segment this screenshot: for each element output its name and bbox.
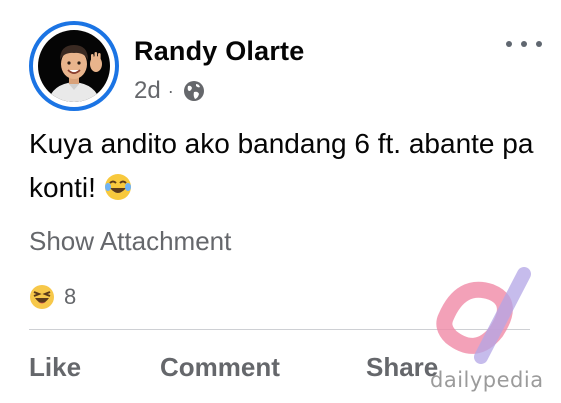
show-attachment-link[interactable]: Show Attachment xyxy=(29,226,231,257)
dailypedia-watermark-logo-icon xyxy=(436,267,531,364)
reactions-summary[interactable]: 8 xyxy=(29,283,76,311)
share-button[interactable]: Share xyxy=(366,352,438,383)
haha-reaction-icon xyxy=(29,284,55,310)
laughing-tears-emoji-icon xyxy=(104,170,132,200)
meta-separator: · xyxy=(167,80,174,101)
reaction-count: 8 xyxy=(64,284,77,309)
watermark-text: dailypedia xyxy=(430,368,544,392)
memoji-avatar-image xyxy=(38,30,110,102)
facebook-post-card: Randy Olarte 2d · Kuya andito ako bandan… xyxy=(0,0,561,403)
author-name[interactable]: Randy Olarte xyxy=(134,36,304,67)
post-meta: 2d · xyxy=(134,76,206,106)
globe-icon[interactable] xyxy=(182,79,206,103)
post-text-block: Kuya andito ako bandang 6 ft. abante pa … xyxy=(29,122,549,210)
post-timestamp[interactable]: 2d xyxy=(134,77,161,105)
like-button[interactable]: Like xyxy=(29,352,81,383)
author-avatar[interactable] xyxy=(29,21,119,111)
comment-button[interactable]: Comment xyxy=(160,352,280,383)
more-options-icon[interactable] xyxy=(506,34,542,54)
